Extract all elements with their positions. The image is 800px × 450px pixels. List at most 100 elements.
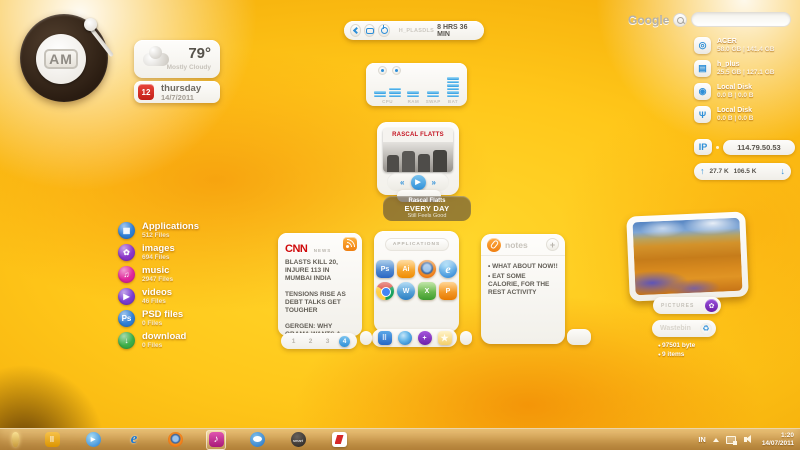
drive-item[interactable]: ◉ Local Disk 0.0 B | 0.0 B — [694, 83, 774, 100]
folder-shortcut[interactable]: Ps PSD files 0 Files — [118, 310, 199, 328]
power-toolbar: H_PLASDLS 8 HRS 36 MIN — [344, 21, 484, 40]
system-tray: IN 1:20 14/07/2011 — [698, 432, 794, 448]
dock-glyph: ★ — [440, 334, 448, 343]
previous-button[interactable]: « — [400, 178, 404, 187]
am-monogram: AM — [44, 49, 78, 69]
folder-label: videos — [142, 288, 172, 298]
news-tag: NEWS — [314, 248, 332, 253]
uptime-value: 8 HRS 36 MIN — [437, 24, 475, 38]
band-silhouette — [433, 150, 447, 172]
app-icon[interactable]: X — [418, 282, 436, 300]
dock-icon-favorites[interactable]: ★ — [438, 331, 452, 345]
picture-frame[interactable] — [626, 211, 749, 301]
taskbar-icon-label: smart — [288, 438, 308, 443]
add-note-button[interactable]: + — [546, 238, 559, 251]
drive-item[interactable]: ▤ h_plus 25.5 GB | 127.1 GB — [694, 60, 774, 77]
taskbar-icon[interactable] — [165, 430, 185, 450]
folder-shortcut[interactable]: ✿ images 694 Files — [118, 244, 199, 262]
app-icon[interactable]: e — [439, 260, 457, 278]
app-icon[interactable] — [418, 260, 436, 278]
upload-arrow-icon: ↑ — [700, 167, 705, 176]
notes-body: WHAT ABOUT NOW!!EAT SOME CALORIE, FOR TH… — [481, 256, 565, 297]
rss-icon[interactable] — [343, 237, 357, 251]
widget-handle[interactable] — [460, 331, 472, 345]
taskbar-icon[interactable]: ⠿ — [42, 430, 62, 450]
recycle-bin-label: Wastebin — [660, 325, 691, 332]
start-button[interactable] — [6, 430, 24, 450]
taskbar-icon[interactable] — [247, 430, 267, 450]
dock-icon-launcher[interactable]: ⠿ — [378, 331, 392, 345]
drive-item[interactable]: Ψ Local Disk 0.0 B | 0.0 B — [694, 106, 774, 123]
search-input[interactable] — [691, 12, 791, 27]
monitor-button-1[interactable] — [378, 66, 387, 75]
drive-usage: 0.0 B | 0.0 B — [717, 115, 754, 123]
drive-glyph: ▤ — [698, 63, 707, 74]
taskbar-icon[interactable]: e — [124, 430, 144, 450]
network-tray-icon[interactable] — [726, 435, 737, 445]
page-button[interactable]: 4 — [339, 336, 350, 347]
calendar-widget[interactable]: 12 thursday 14/7/2011 — [134, 81, 220, 103]
folder-shortcut[interactable]: ♫ music 2947 Files — [118, 266, 199, 284]
download-arrow-icon: ↓ — [781, 167, 786, 176]
page-button[interactable]: 3 — [322, 336, 333, 347]
dock-icon-browser-globe[interactable] — [398, 331, 412, 345]
drive-icon: ◉ — [694, 83, 711, 100]
tonearm-knob-icon — [84, 18, 97, 31]
logoff-button[interactable] — [350, 24, 361, 37]
drive-item[interactable]: ◎ ACER 58.0 GB | 141.4 GB — [694, 37, 774, 54]
play-button[interactable]: ▶ — [411, 175, 426, 190]
drive-glyph: ◉ — [699, 86, 707, 97]
folder-glyph: ♫ — [124, 271, 130, 279]
taskbar-icon[interactable] — [329, 430, 349, 450]
drive-name: ACER — [717, 37, 774, 46]
drive-name: Local Disk — [717, 83, 754, 92]
taskbar-icon[interactable]: smart — [288, 430, 308, 450]
album-art: RASCAL FLATTS — [383, 128, 453, 172]
drive-list: ◎ ACER 58.0 GB | 141.4 GB ▤ h_plus 25.5 … — [694, 37, 774, 123]
news-headline[interactable]: TENSIONS RISE AS DEBT TALKS GET TOUGHER — [285, 291, 355, 315]
weather-condition: Mostly Cloudy — [167, 64, 211, 71]
volume-tray-icon[interactable] — [744, 435, 755, 445]
drive-text: ACER 58.0 GB | 141.4 GB — [717, 37, 774, 54]
widget-handle[interactable] — [360, 331, 372, 345]
show-hidden-icons[interactable] — [713, 438, 719, 442]
network-speed-widget: ↑ 27.7 K 106.5 K ↓ — [694, 163, 791, 180]
dock-icon-games[interactable]: + — [418, 331, 432, 345]
app-icon[interactable] — [376, 282, 394, 300]
app-glyph: e — [445, 263, 450, 275]
news-headline[interactable]: BLASTS KILL 20, INJURE 113 IN MUMBAI IND… — [285, 259, 355, 283]
taskbar-icon[interactable]: ♪ — [206, 430, 226, 450]
monitor-button-2[interactable] — [392, 66, 401, 75]
app-icon[interactable]: Ps — [376, 260, 394, 278]
shutdown-button[interactable] — [378, 24, 389, 37]
system-monitor-widget: CPURAMSWAPBAT — [366, 63, 467, 106]
app-icon[interactable]: P — [439, 282, 457, 300]
flower-icon: ✿ — [709, 302, 715, 310]
widget-handle[interactable] — [567, 329, 591, 345]
page-button[interactable]: 2 — [305, 336, 316, 347]
app-icon[interactable]: W — [397, 282, 415, 300]
pictures-flower-button[interactable]: ✿ — [705, 299, 718, 312]
ip-widget: IP 114.79.50.53 — [694, 139, 795, 155]
clip-shape — [489, 239, 498, 249]
taskbar-glyph: e — [127, 432, 142, 447]
next-button[interactable]: » — [432, 178, 436, 187]
pictures-label: PICTURES — [661, 303, 694, 309]
taskbar-icon[interactable]: ▶ — [83, 430, 103, 450]
app-icon[interactable]: Ai — [397, 260, 415, 278]
search-icon[interactable] — [673, 13, 687, 27]
folder-shortcut[interactable]: ↓ download 0 Files — [118, 332, 199, 350]
taskbar-glyph — [332, 432, 347, 447]
page-button[interactable]: 1 — [288, 336, 299, 347]
calendar-icon: 12 — [138, 84, 154, 100]
applications-grid: PsAi e WXP — [374, 260, 459, 300]
folder-shortcut[interactable]: ▦ Applications 512 Files — [118, 222, 199, 240]
display-off-button[interactable] — [364, 24, 375, 37]
recycle-bin[interactable]: Wastebin ♻ — [652, 320, 716, 337]
google-search-widget: Google — [628, 12, 791, 27]
tray-clock[interactable]: 1:20 14/07/2011 — [762, 432, 794, 448]
folder-shortcut[interactable]: ▶ videos 46 Files — [118, 288, 199, 306]
weather-widget[interactable]: 79° Mostly Cloudy — [134, 40, 220, 78]
language-indicator[interactable]: IN — [698, 435, 706, 444]
am-record-logo[interactable]: AM — [20, 14, 108, 102]
